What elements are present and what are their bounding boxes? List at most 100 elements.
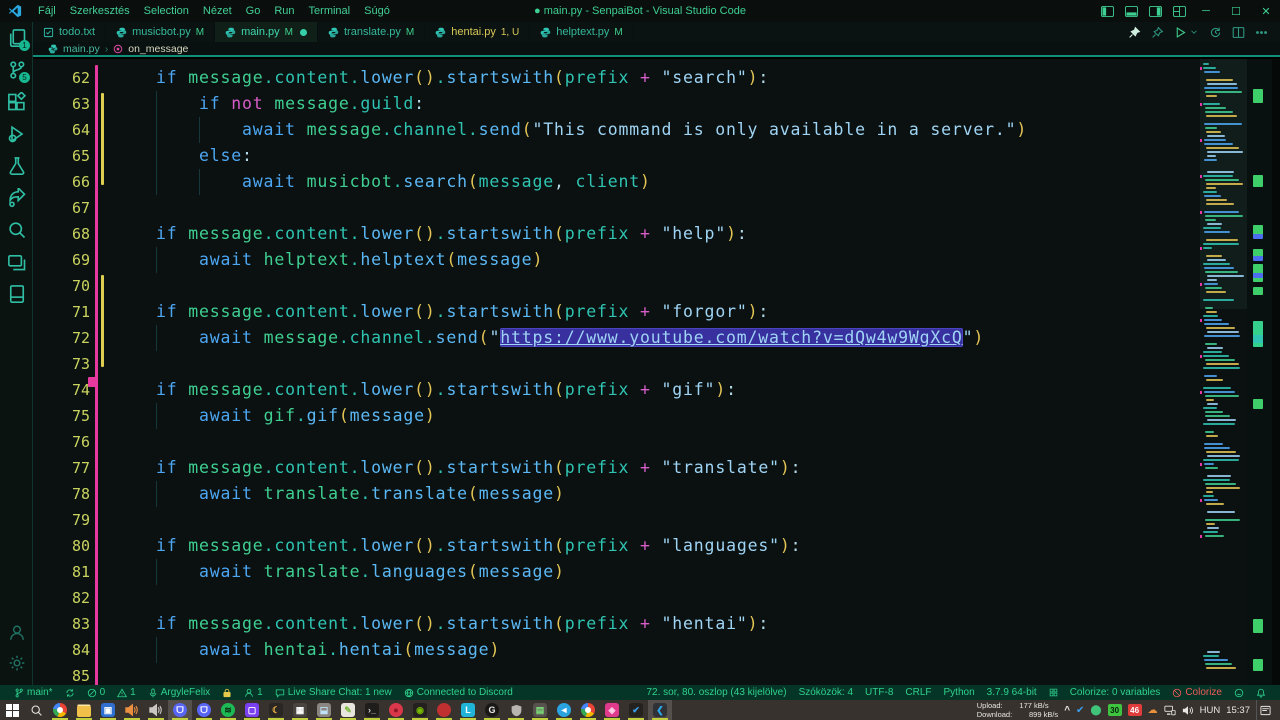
pin-outline-icon[interactable] [1151,26,1164,39]
hw-monitor-app-icon[interactable]: ▤ [528,700,552,720]
discord-icon[interactable]: ᗜ [168,700,192,720]
pixel-app-icon[interactable]: ▦ [288,700,312,720]
pink-app-icon[interactable]: ◈ [600,700,624,720]
toggle-sidebar-icon[interactable] [1096,0,1118,22]
activity-run-debug-icon[interactable] [0,118,33,150]
cpu-temp-badge[interactable]: 46 [1127,704,1142,716]
breadcrumb-file[interactable]: main.py [63,43,100,55]
menu-go[interactable]: Go [239,0,268,22]
purple-app-icon[interactable]: ▢ [240,700,264,720]
g-app-icon[interactable]: G [480,700,504,720]
red-circle-app-icon[interactable]: ● [384,700,408,720]
code-line-78[interactable]: 78 await translate.translate(message) [33,481,1200,507]
check-app-icon[interactable]: ✔ [624,700,648,720]
menu-selection[interactable]: Selection [137,0,196,22]
code-line-83[interactable]: 83 if message.content.lower().startswith… [33,611,1200,637]
activity-live-share-icon[interactable] [0,182,33,214]
minimap[interactable] [1200,59,1247,685]
pin-icon[interactable] [1128,26,1141,39]
tab-translate.py[interactable]: translate.py M [318,22,426,42]
network-icon[interactable] [1164,705,1176,716]
git-removed-marker[interactable] [88,377,98,387]
status-feedback-icon[interactable] [1228,685,1250,700]
status-connected-to-discord[interactable]: Connected to Discord [398,685,519,700]
menu-nézet[interactable]: Nézet [196,0,239,22]
status-sz-k-z-k-4[interactable]: Szóközök: 4 [793,685,859,700]
speaker-app-icon[interactable] [144,700,168,720]
code-line-67[interactable]: 67 [33,195,1200,221]
remote-app-icon[interactable]: ⬓ [312,700,336,720]
status-bell-icon[interactable] [1250,685,1272,700]
code-line-65[interactable]: 65 else: [33,143,1200,169]
git-modified-gutter[interactable] [95,65,98,685]
code-line-70[interactable]: 70 [33,273,1200,299]
tab-todo.txt[interactable]: todo.txt [33,22,107,42]
taskbar-search-icon[interactable] [24,700,48,720]
dirty-indicator-icon[interactable] [300,28,307,36]
spotify-icon[interactable]: ≋ [216,700,240,720]
tray-check-app-icon[interactable]: ✔ [1076,705,1084,716]
terminal-app-icon[interactable]: ›_ [360,700,384,720]
status-utf-8[interactable]: UTF-8 [859,685,899,700]
overview-ruler[interactable] [1247,59,1280,685]
status-1[interactable]: 1 [111,685,142,700]
volume-icon[interactable] [1182,705,1194,716]
code-line-69[interactable]: 69 await helptext.helptext(message) [33,247,1200,273]
breadcrumb-symbol[interactable]: on_message [128,43,188,55]
status-3-7-9-64-bit[interactable]: 3.7.9 64-bit [981,685,1043,700]
status-colorize-0-variables[interactable]: Colorize: 0 variables [1064,685,1167,700]
code-line-64[interactable]: 64 await message.channel.send("This comm… [33,117,1200,143]
code-line-72[interactable]: 72 await message.channel.send("https://w… [33,325,1200,351]
chrome-icon[interactable] [48,700,72,720]
defender-shield-icon[interactable] [504,700,528,720]
nvidia-app-icon[interactable]: ◉ [408,700,432,720]
red-dot-app-icon[interactable] [432,700,456,720]
discord-2-icon[interactable]: ᗜ [192,700,216,720]
menu-terminal[interactable]: Terminal [302,0,358,22]
vscode-taskbar-icon[interactable]: ❮ [648,700,672,720]
volume-mixer-icon[interactable] [120,700,144,720]
customize-layout-icon[interactable] [1168,0,1190,22]
activity-test-beaker-icon[interactable] [0,150,33,182]
status-lock-icon[interactable] [216,685,238,700]
photos-app-icon[interactable]: ▣ [96,700,120,720]
status-sync-icon[interactable] [59,685,81,700]
code-line-66[interactable]: 66 await musicbot.search(message, client… [33,169,1200,195]
code-line-73[interactable]: 73 [33,351,1200,377]
tab-hentai.py[interactable]: hentai.py 1, U [425,22,531,42]
activity-files-icon[interactable]: 1 [0,22,33,54]
tray-green-app-icon[interactable]: ⬤ [1090,705,1101,716]
notepad-app-icon[interactable]: ✎ [336,700,360,720]
tab-main.py[interactable]: main.py M [215,22,318,42]
activity-notebook-icon[interactable] [0,278,33,310]
status-grid-icon[interactable] [1043,685,1064,700]
status-1[interactable]: 1 [238,685,269,700]
code-line-84[interactable]: 84 await hentai.hentai(message) [33,637,1200,663]
code-line-71[interactable]: 71 if message.content.lower().startswith… [33,299,1200,325]
status-main-[interactable]: main* [8,685,59,700]
tab-helptext.py[interactable]: helptext.py M [530,22,634,42]
scrollbar-track[interactable] [1272,59,1280,685]
start-button[interactable] [0,700,24,720]
color-wheel-app-icon[interactable] [576,700,600,720]
taskbar-clock[interactable]: 15:37 [1226,705,1250,716]
tray-expand-icon[interactable]: ^ [1064,705,1070,716]
code-line-63[interactable]: 63 if not message.guild: [33,91,1200,117]
file-explorer-icon[interactable] [72,700,96,720]
code-line-74[interactable]: 74 if message.content.lower().startswith… [33,377,1200,403]
minimize-button[interactable]: ─ [1192,0,1220,22]
status-argylefelix[interactable]: ArgyleFelix [142,685,216,700]
logitech-hub-icon[interactable]: L [456,700,480,720]
code-line-82[interactable]: 82 [33,585,1200,611]
status-crlf[interactable]: CRLF [899,685,937,700]
activity-source-control-icon[interactable]: 5 [0,54,33,86]
history-icon[interactable] [1209,26,1222,39]
code-line-85[interactable]: 85 [33,663,1200,685]
code-line-76[interactable]: 76 [33,429,1200,455]
gpu-temp-badge[interactable]: 30 [1107,704,1122,716]
keyboard-language[interactable]: HUN [1200,705,1221,716]
activity-search-icon[interactable] [0,214,33,246]
code-line-75[interactable]: 75 await gif.gif(message) [33,403,1200,429]
status-live-share-chat-1-new[interactable]: Live Share Chat: 1 new [269,685,398,700]
maximize-button[interactable]: ☐ [1222,0,1250,22]
